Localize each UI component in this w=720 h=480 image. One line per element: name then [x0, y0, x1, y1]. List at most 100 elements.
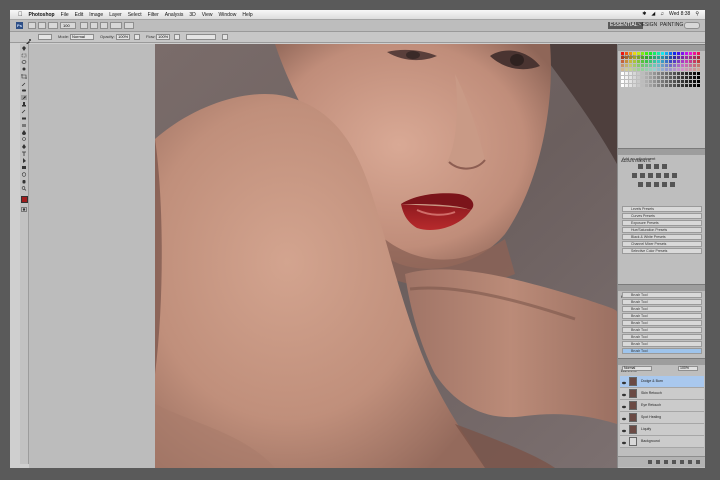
color-swatch[interactable] — [629, 60, 632, 63]
color-swatch[interactable] — [637, 80, 640, 83]
color-swatch[interactable] — [673, 76, 676, 79]
color-swatch[interactable] — [661, 72, 664, 75]
color-swatch[interactable] — [681, 68, 684, 71]
dodge-tool-icon[interactable] — [21, 137, 27, 142]
pen-tool-icon[interactable] — [21, 144, 27, 149]
color-swatch[interactable] — [657, 72, 660, 75]
invert-icon[interactable] — [638, 182, 643, 187]
preset-black-white[interactable]: Black & White Presets — [622, 234, 702, 240]
color-swatch[interactable] — [689, 72, 692, 75]
color-swatch[interactable] — [621, 80, 624, 83]
menu-image[interactable]: Image — [89, 12, 103, 18]
eye-icon[interactable] — [622, 427, 626, 433]
menu-filter[interactable]: Filter — [148, 12, 159, 18]
color-swatch[interactable] — [645, 64, 648, 67]
color-swatch[interactable] — [621, 68, 624, 71]
brush-tool-preset-icon[interactable] — [24, 33, 32, 46]
color-swatch[interactable] — [661, 52, 664, 55]
color-swatch[interactable] — [621, 64, 624, 67]
color-swatch[interactable] — [693, 80, 696, 83]
color-swatch[interactable] — [633, 72, 636, 75]
color-swatch[interactable] — [697, 84, 700, 87]
history-state[interactable]: Brush Tool — [622, 313, 702, 319]
color-swatch[interactable] — [685, 64, 688, 67]
blur-tool-icon[interactable] — [21, 130, 27, 135]
color-swatch[interactable] — [685, 72, 688, 75]
type-tool-icon[interactable] — [21, 151, 27, 156]
color-swatch[interactable] — [653, 68, 656, 71]
color-swatch[interactable] — [677, 56, 680, 59]
preset-curves[interactable]: Curves Presets — [622, 213, 702, 219]
color-swatch[interactable] — [697, 68, 700, 71]
rotate-button[interactable] — [100, 22, 108, 29]
color-swatch[interactable] — [697, 64, 700, 67]
color-swatch[interactable] — [673, 64, 676, 67]
selective-color-icon[interactable] — [670, 182, 675, 187]
color-swatch[interactable] — [681, 52, 684, 55]
color-swatch[interactable] — [649, 72, 652, 75]
color-swatch[interactable] — [633, 68, 636, 71]
preset-levels[interactable]: Levels Presets — [622, 206, 702, 212]
color-swatch[interactable] — [653, 64, 656, 67]
preset-channel-mixer[interactable]: Channel Mixer Presets — [622, 241, 702, 247]
layer-row[interactable]: Background — [620, 436, 704, 448]
color-swatch[interactable] — [685, 76, 688, 79]
preset-exposure[interactable]: Exposure Presets — [622, 220, 702, 226]
color-swatch[interactable] — [665, 68, 668, 71]
bridge-button[interactable] — [28, 22, 36, 29]
color-swatch[interactable] — [641, 64, 644, 67]
color-swatch[interactable] — [689, 52, 692, 55]
color-swatch[interactable] — [645, 80, 648, 83]
link-layers-icon[interactable] — [648, 460, 652, 464]
color-swatch[interactable] — [645, 72, 648, 75]
brush-size-picker[interactable] — [38, 34, 52, 40]
eye-icon[interactable] — [622, 415, 626, 421]
color-swatch[interactable] — [649, 52, 652, 55]
color-swatch[interactable] — [633, 56, 636, 59]
color-swatch[interactable] — [625, 52, 628, 55]
opacity-field[interactable]: 100% — [116, 34, 130, 40]
shape-tool-icon[interactable] — [21, 165, 27, 170]
screen-mode-button[interactable] — [124, 22, 134, 29]
color-swatch[interactable] — [625, 84, 628, 87]
layer-style-icon[interactable] — [656, 460, 660, 464]
color-swatch[interactable] — [645, 68, 648, 71]
color-swatch[interactable] — [657, 68, 660, 71]
color-swatch[interactable] — [697, 80, 700, 83]
swatches-panel-tab[interactable]: SWATCHES — [618, 44, 705, 59]
menu-select[interactable]: Select — [128, 12, 142, 18]
menu-3d[interactable]: 3D — [189, 12, 195, 18]
color-swatch[interactable] — [665, 72, 668, 75]
color-swatch[interactable] — [665, 84, 668, 87]
color-swatch[interactable] — [693, 64, 696, 67]
layers-panel-tab[interactable]: LAYERS — [618, 358, 705, 373]
color-swatch[interactable] — [681, 64, 684, 67]
adjustments-panel-tab[interactable]: ADJUSTMENTS — [618, 148, 705, 163]
color-swatch[interactable] — [625, 68, 628, 71]
eye-icon[interactable] — [622, 403, 626, 409]
color-swatch[interactable] — [673, 84, 676, 87]
clone-stamp-tool-icon[interactable] — [21, 102, 27, 107]
spotlight-icon[interactable]: ⚲ — [695, 11, 699, 17]
color-swatch[interactable] — [661, 60, 664, 63]
zoom-level[interactable]: 100 — [60, 22, 76, 29]
crop-tool-icon[interactable] — [21, 74, 27, 79]
color-swatch[interactable] — [641, 72, 644, 75]
color-swatch[interactable] — [657, 52, 660, 55]
layer-row[interactable]: Liquify — [620, 424, 704, 436]
color-swatch[interactable] — [625, 60, 628, 63]
pressure-opacity-toggle[interactable] — [134, 34, 140, 40]
color-swatch[interactable] — [693, 84, 696, 87]
color-swatch[interactable] — [665, 80, 668, 83]
quick-mask-icon[interactable] — [21, 207, 27, 212]
color-swatch[interactable] — [649, 64, 652, 67]
exposure-icon[interactable] — [662, 164, 667, 169]
quick-selection-tool-icon[interactable] — [21, 67, 27, 72]
color-swatch[interactable] — [657, 60, 660, 63]
color-swatch[interactable] — [629, 84, 632, 87]
color-swatch[interactable] — [653, 72, 656, 75]
color-swatch[interactable] — [641, 56, 644, 59]
color-swatch[interactable] — [625, 56, 628, 59]
color-swatch[interactable] — [677, 72, 680, 75]
vibrance-icon[interactable] — [632, 173, 637, 178]
